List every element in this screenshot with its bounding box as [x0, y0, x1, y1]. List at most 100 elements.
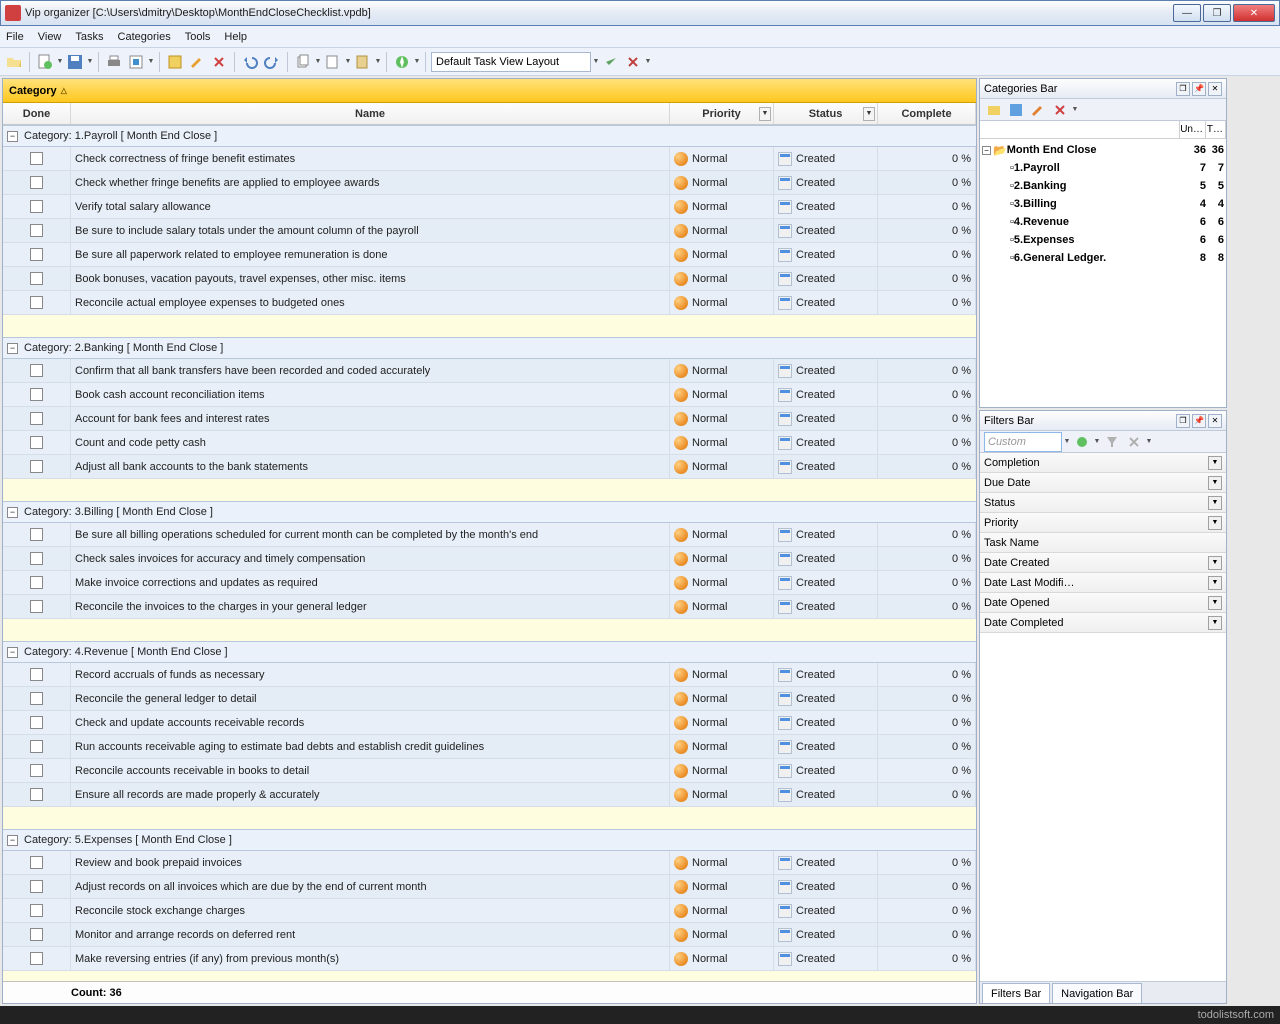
panel-close-icon[interactable]: ✕: [1208, 414, 1222, 428]
collapse-icon[interactable]: −: [7, 131, 18, 142]
filter-icon[interactable]: [392, 52, 412, 72]
checkbox-icon[interactable]: [30, 576, 43, 589]
done-cell[interactable]: [3, 759, 71, 782]
done-cell[interactable]: [3, 147, 71, 170]
col-status[interactable]: Status▼: [774, 103, 878, 124]
cat-edit-icon[interactable]: [1006, 100, 1026, 120]
col-priority[interactable]: Priority▼: [670, 103, 774, 124]
category-tree[interactable]: −📂 Month End Close3636▫ 1.Payroll77▫ 2.B…: [980, 139, 1226, 269]
menu-tools[interactable]: Tools: [185, 31, 211, 43]
filter-row[interactable]: Date Completed▼: [980, 613, 1226, 633]
checkbox-icon[interactable]: [30, 788, 43, 801]
col-name[interactable]: Name: [71, 103, 670, 124]
task-row[interactable]: Monitor and arrange records on deferred …: [3, 923, 976, 947]
open-icon[interactable]: [4, 52, 24, 72]
filter-row[interactable]: Date Created▼: [980, 553, 1226, 573]
checkbox-icon[interactable]: [30, 200, 43, 213]
priority-filter-icon[interactable]: ▼: [759, 107, 771, 121]
tab-navigation-bar[interactable]: Navigation Bar: [1052, 983, 1142, 1003]
checkbox-icon[interactable]: [30, 856, 43, 869]
status-filter-icon[interactable]: ▼: [863, 107, 875, 121]
done-cell[interactable]: [3, 663, 71, 686]
col-done[interactable]: Done: [3, 103, 71, 124]
delete-task-icon[interactable]: [209, 52, 229, 72]
category-node[interactable]: ▫ 5.Expenses66: [982, 231, 1224, 249]
task-row[interactable]: Ensure all records are made properly & a…: [3, 783, 976, 807]
panel-restore-icon[interactable]: ❐: [1176, 414, 1190, 428]
collapse-icon[interactable]: −: [982, 146, 991, 155]
done-cell[interactable]: [3, 171, 71, 194]
checkbox-icon[interactable]: [30, 388, 43, 401]
checkbox-icon[interactable]: [30, 716, 43, 729]
cat-props-icon[interactable]: [1028, 100, 1048, 120]
cat-delete-icon[interactable]: [1050, 100, 1070, 120]
edit-task-icon[interactable]: [187, 52, 207, 72]
layout-delete-icon[interactable]: [623, 52, 643, 72]
menu-file[interactable]: File: [6, 31, 24, 43]
task-row[interactable]: Make reversing entries (if any) from pre…: [3, 947, 976, 971]
done-cell[interactable]: [3, 455, 71, 478]
filter-dropdown[interactable]: ▼: [414, 52, 420, 72]
new-dropdown[interactable]: ▼: [57, 52, 63, 72]
panel-pin-icon[interactable]: 📌: [1192, 82, 1206, 96]
checkbox-icon[interactable]: [30, 904, 43, 917]
checkbox-icon[interactable]: [30, 296, 43, 309]
filter-row[interactable]: Status▼: [980, 493, 1226, 513]
task-row[interactable]: Reconcile the invoices to the charges in…: [3, 595, 976, 619]
new-task-icon[interactable]: [165, 52, 185, 72]
layout-dropdown[interactable]: ▼: [593, 52, 599, 72]
cat-delete-dropdown[interactable]: ▼: [1072, 100, 1078, 120]
filter-dropdown-icon[interactable]: ▼: [1208, 576, 1222, 590]
task-row[interactable]: Check sales invoices for accuracy and ti…: [3, 547, 976, 571]
task-row[interactable]: Book cash account reconciliation itemsNo…: [3, 383, 976, 407]
checkbox-icon[interactable]: [30, 668, 43, 681]
save-dropdown[interactable]: ▼: [87, 52, 93, 72]
filter-apply-icon[interactable]: [1072, 432, 1092, 452]
collapse-icon[interactable]: −: [7, 835, 18, 846]
filter-row[interactable]: Completion▼: [980, 453, 1226, 473]
task-row[interactable]: Make invoice corrections and updates as …: [3, 571, 976, 595]
filter-row[interactable]: Task Name: [980, 533, 1226, 553]
task-row[interactable]: Reconcile accounts receivable in books t…: [3, 759, 976, 783]
done-cell[interactable]: [3, 431, 71, 454]
category-node[interactable]: ▫ 2.Banking55: [982, 177, 1224, 195]
checkbox-icon[interactable]: [30, 248, 43, 261]
undo-icon[interactable]: [240, 52, 260, 72]
checkbox-icon[interactable]: [30, 740, 43, 753]
checkbox-icon[interactable]: [30, 272, 43, 285]
done-cell[interactable]: [3, 407, 71, 430]
group-by-header[interactable]: Category △: [3, 79, 976, 103]
panel-close-icon[interactable]: ✕: [1208, 82, 1222, 96]
export-dropdown[interactable]: ▼: [148, 52, 154, 72]
done-cell[interactable]: [3, 291, 71, 314]
checkbox-icon[interactable]: [30, 364, 43, 377]
checkbox-icon[interactable]: [30, 952, 43, 965]
panel-pin-icon[interactable]: 📌: [1192, 414, 1206, 428]
filter-dropdown-icon[interactable]: ▼: [1208, 516, 1222, 530]
menu-tasks[interactable]: Tasks: [75, 31, 103, 43]
checkbox-icon[interactable]: [30, 764, 43, 777]
task-row[interactable]: Verify total salary allowanceNormalCreat…: [3, 195, 976, 219]
menu-help[interactable]: Help: [224, 31, 247, 43]
filter-dropdown-icon[interactable]: ▼: [1208, 496, 1222, 510]
checkbox-icon[interactable]: [30, 436, 43, 449]
done-cell[interactable]: [3, 595, 71, 618]
filter-row[interactable]: Priority▼: [980, 513, 1226, 533]
filter-delete-icon[interactable]: [1124, 432, 1144, 452]
checkbox-icon[interactable]: [30, 880, 43, 893]
done-cell[interactable]: [3, 243, 71, 266]
collapse-icon[interactable]: −: [7, 343, 18, 354]
cut-icon[interactable]: [323, 52, 343, 72]
grid-body[interactable]: −Category: 1.Payroll [ Month End Close ]…: [3, 125, 976, 981]
cat-new-icon[interactable]: [984, 100, 1004, 120]
task-row[interactable]: Check whether fringe benefits are applie…: [3, 171, 976, 195]
task-row[interactable]: Check and update accounts receivable rec…: [3, 711, 976, 735]
layout-selector[interactable]: [431, 52, 591, 72]
category-node[interactable]: ▫ 4.Revenue66: [982, 213, 1224, 231]
done-cell[interactable]: [3, 267, 71, 290]
layout-delete-dropdown[interactable]: ▼: [645, 52, 651, 72]
filter-preset-dropdown[interactable]: ▼: [1064, 432, 1070, 452]
done-cell[interactable]: [3, 783, 71, 806]
paste-dropdown[interactable]: ▼: [375, 52, 381, 72]
category-node[interactable]: ▫ 3.Billing44: [982, 195, 1224, 213]
